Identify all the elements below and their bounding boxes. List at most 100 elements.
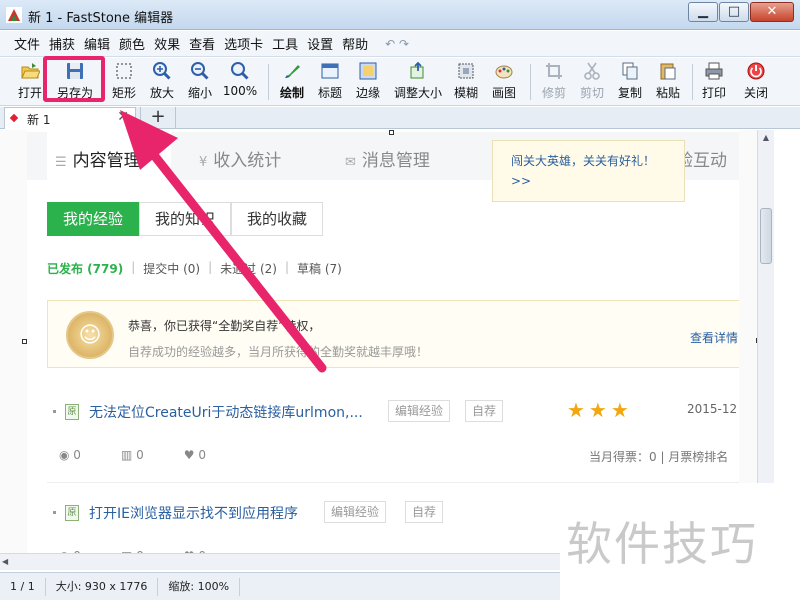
heart-icon: ♥ 0 bbox=[183, 448, 206, 462]
original-doc-icon: 原 bbox=[65, 404, 79, 420]
menu-color[interactable]: 颜色 bbox=[119, 34, 145, 53]
subtab-my-knowledge: 我的知识 bbox=[139, 202, 232, 236]
menu-tabs[interactable]: 选项卡 bbox=[224, 34, 263, 53]
rating-stars-icon: ★★★ bbox=[567, 398, 633, 422]
caption-button[interactable]: 标题 bbox=[314, 60, 346, 104]
menu-settings[interactable]: 设置 bbox=[307, 34, 333, 53]
maximize-icon: □ bbox=[727, 4, 741, 19]
tab-document-1[interactable]: 新 1 ✕ bbox=[4, 107, 136, 129]
award-notice: ☺ 恭喜，你已获得“全勤奖自荐”特权， 自荐成功的经验越多，当月所获得的全勤奖就… bbox=[47, 300, 739, 368]
minimize-icon: ▁ bbox=[698, 4, 708, 19]
title-bar: 新 1 - FastStone 编辑器 ▁ □ ✕ bbox=[0, 0, 800, 30]
image-size: 大小: 930 x 1776 bbox=[46, 577, 159, 596]
view-details-link: 查看详情 bbox=[690, 331, 739, 345]
crop-icon bbox=[546, 63, 562, 79]
toolbar-separator bbox=[268, 64, 269, 100]
draw-button[interactable]: 绘制 bbox=[276, 60, 308, 104]
filter-draft: 草稿 (7) bbox=[297, 262, 342, 276]
toolbar-separator bbox=[530, 64, 531, 100]
scissors-icon bbox=[584, 62, 600, 80]
zoom-in-button[interactable]: 放大 bbox=[146, 60, 178, 104]
menu-edit[interactable]: 编辑 bbox=[84, 34, 110, 53]
maximize-button[interactable]: □ bbox=[719, 2, 749, 22]
close-button[interactable]: 关闭 bbox=[738, 60, 774, 104]
subtab-my-favorites: 我的收藏 bbox=[231, 202, 324, 236]
resize-icon bbox=[410, 61, 424, 79]
copy-button[interactable]: 复制 bbox=[614, 60, 646, 104]
menu-bar: 文件 捕获 编辑 颜色 效果 查看 选项卡 工具 设置 帮助 ↶ ↷ bbox=[0, 31, 800, 57]
award-badge-icon: ☺ bbox=[66, 311, 114, 359]
zoom-out-button[interactable]: 缩小 bbox=[184, 60, 216, 104]
yen-icon: ¥ bbox=[199, 155, 208, 170]
tab-content-manage: ☰ 内容管理 bbox=[55, 151, 141, 171]
close-window-button[interactable]: ✕ bbox=[750, 2, 794, 22]
save-as-highlight-box bbox=[43, 56, 105, 102]
resize-handle[interactable] bbox=[22, 339, 27, 344]
edge-icon bbox=[359, 62, 377, 80]
filter-rejected: 未通过 (2) bbox=[220, 262, 277, 276]
close-icon: ✕ bbox=[766, 4, 778, 19]
menu-effects[interactable]: 效果 bbox=[154, 34, 180, 53]
status-filters: 已发布 (779) | 提交中 (0) | 未通过 (2) | 草稿 (7) bbox=[47, 260, 342, 276]
paste-clipboard-icon bbox=[660, 63, 676, 80]
new-tab-button[interactable]: + bbox=[140, 107, 176, 129]
edge-button[interactable]: 边缘 bbox=[352, 60, 384, 104]
app-icon bbox=[6, 7, 22, 23]
paint-palette-icon bbox=[495, 65, 513, 79]
paint-button[interactable]: 画图 bbox=[488, 60, 520, 104]
crop-button[interactable]: 修剪 bbox=[538, 60, 570, 104]
filter-submitting: 提交中 (0) bbox=[143, 262, 201, 276]
document-tab-bar: 新 1 ✕ + bbox=[0, 107, 800, 129]
menu-file[interactable]: 文件 bbox=[14, 34, 40, 53]
scroll-thumb[interactable] bbox=[760, 208, 772, 264]
original-doc-icon: 原 bbox=[65, 505, 79, 521]
list-icon: ☰ bbox=[55, 155, 67, 170]
blur-icon bbox=[458, 63, 474, 79]
copy-icon bbox=[622, 62, 638, 80]
minimize-button[interactable]: ▁ bbox=[688, 2, 718, 22]
promo-tooltip: 闯关大英雄，关关有好礼！>> bbox=[492, 140, 685, 202]
menu-tools[interactable]: 工具 bbox=[272, 34, 298, 53]
menu-view[interactable]: 查看 bbox=[189, 34, 215, 53]
menu-help[interactable]: 帮助 bbox=[342, 34, 368, 53]
zoom-100-button[interactable]: 100% bbox=[222, 60, 258, 104]
zoom-out-icon bbox=[191, 62, 209, 80]
rectangle-select-icon bbox=[116, 63, 132, 79]
zoom-actual-icon bbox=[231, 62, 249, 80]
printer-icon bbox=[705, 62, 723, 80]
filter-published: 已发布 (779) bbox=[47, 262, 124, 276]
caption-icon bbox=[321, 63, 339, 79]
menu-capture[interactable]: 捕获 bbox=[49, 34, 75, 53]
scroll-up-icon[interactable]: ▲ bbox=[758, 130, 774, 146]
mail-icon: ✉ bbox=[345, 155, 356, 170]
zoom-level: 缩放: 100% bbox=[158, 577, 241, 596]
tab-label: 新 1 bbox=[27, 113, 51, 127]
scroll-left-icon[interactable]: ◀ bbox=[2, 554, 8, 570]
resize-handle[interactable] bbox=[389, 130, 394, 135]
tab-messages: ✉ 消息管理 bbox=[345, 151, 430, 171]
paste-button[interactable]: 粘贴 bbox=[652, 60, 684, 104]
sub-tabs: 我的经验 我的知识 我的收藏 bbox=[47, 202, 324, 236]
undo-redo-icons[interactable]: ↶ ↷ bbox=[385, 37, 409, 51]
resize-button[interactable]: 调整大小 bbox=[390, 60, 446, 104]
window-title: 新 1 - FastStone 编辑器 bbox=[28, 11, 174, 26]
tab-income: ¥ 收入统计 bbox=[199, 151, 282, 171]
folder-open-icon bbox=[21, 63, 40, 79]
tab-close-icon[interactable]: ✕ bbox=[117, 109, 129, 125]
power-icon bbox=[747, 62, 765, 80]
eye-icon: ◉ 0 bbox=[59, 448, 81, 462]
zoom-in-icon bbox=[153, 62, 171, 80]
watermark-text: 软件技巧 bbox=[566, 517, 758, 571]
subtab-my-experience: 我的经验 bbox=[47, 202, 140, 236]
page-indicator: 1 / 1 bbox=[0, 577, 46, 596]
toolbar-separator bbox=[692, 64, 693, 100]
horizontal-scrollbar[interactable]: ◀ bbox=[0, 553, 560, 570]
blur-button[interactable]: 模糊 bbox=[450, 60, 482, 104]
bar-chart-icon: ▥ 0 bbox=[120, 448, 144, 462]
rectangle-select-button[interactable]: 矩形 bbox=[104, 60, 144, 104]
cut-button[interactable]: 剪切 bbox=[576, 60, 608, 104]
modified-indicator-icon bbox=[9, 113, 19, 123]
item-stats: ◉ 0 ▥ 0 ♥ 0 bbox=[59, 448, 246, 462]
draw-brush-icon bbox=[285, 65, 300, 78]
print-button[interactable]: 打印 bbox=[698, 60, 730, 104]
